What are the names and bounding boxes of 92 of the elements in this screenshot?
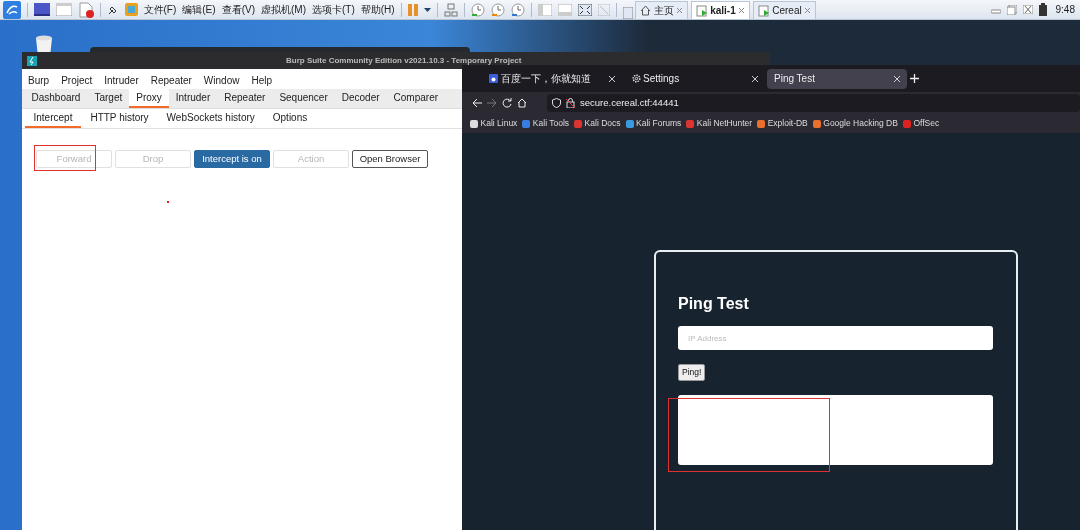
bookmark[interactable]: Kali Tools bbox=[522, 117, 570, 130]
browser-tab[interactable]: Ping Test bbox=[767, 68, 907, 89]
bookmark-icon bbox=[902, 119, 911, 128]
menu-item[interactable]: 文件(F) bbox=[143, 2, 177, 17]
tab[interactable]: Comparer bbox=[386, 88, 446, 108]
home-icon[interactable] bbox=[517, 98, 527, 108]
shield-icon bbox=[552, 98, 561, 108]
paw-icon bbox=[489, 74, 498, 83]
tab[interactable]: Intruder bbox=[168, 88, 218, 108]
page-heading: Ping Test bbox=[678, 294, 750, 314]
close-icon[interactable] bbox=[894, 75, 900, 82]
menu-item[interactable]: Help bbox=[245, 71, 278, 89]
clock-icon[interactable] bbox=[510, 2, 525, 17]
new-tab-icon[interactable] bbox=[909, 74, 919, 83]
ping-button[interactable]: Ping! bbox=[678, 364, 706, 381]
menu-item[interactable]: 选项卡(T) bbox=[311, 2, 355, 17]
bookmark-icon bbox=[812, 119, 821, 128]
forward-icon[interactable] bbox=[487, 98, 497, 108]
tab[interactable]: Options bbox=[263, 108, 317, 128]
menu-item[interactable]: Project bbox=[55, 71, 99, 89]
menu-item[interactable]: 查看(V) bbox=[221, 2, 255, 17]
menu-item[interactable]: Window bbox=[197, 71, 246, 89]
bookmark[interactable]: Google Hacking DB bbox=[812, 117, 898, 130]
bookmark-icon bbox=[522, 119, 531, 128]
tab[interactable]: HTTP history bbox=[81, 108, 158, 128]
battery-icon bbox=[1039, 3, 1048, 16]
bookmark[interactable]: OffSec bbox=[902, 117, 940, 130]
settings-icon bbox=[631, 74, 641, 83]
menu-item[interactable]: Burp bbox=[22, 71, 56, 89]
tab[interactable]: WebSockets history bbox=[157, 108, 264, 128]
tab[interactable]: Dashboard bbox=[24, 88, 88, 108]
tab-label: 百度一下，你就知道 bbox=[500, 72, 592, 86]
caret-icon[interactable] bbox=[423, 7, 431, 12]
restore-icon[interactable] bbox=[1007, 4, 1018, 15]
tab[interactable]: Sequencer bbox=[272, 88, 335, 108]
browser-tab[interactable]: Settings bbox=[624, 68, 765, 89]
tab-label: Settings bbox=[643, 72, 681, 86]
network-icon[interactable] bbox=[443, 2, 458, 17]
dragon-app-icon[interactable] bbox=[2, 0, 21, 19]
document-icon[interactable] bbox=[77, 1, 94, 18]
menu-item[interactable]: Intruder bbox=[98, 71, 145, 89]
vm-tab-icon bbox=[695, 4, 708, 17]
button[interactable]: Open Browser bbox=[352, 149, 428, 168]
bookmark-icon bbox=[470, 119, 478, 128]
menu-item[interactable]: Repeater bbox=[144, 71, 198, 89]
bookmark-icon bbox=[757, 119, 766, 128]
ip-address-field[interactable]: IP Address bbox=[678, 326, 993, 350]
bookmark-icon bbox=[625, 119, 634, 128]
address-bar[interactable]: secure.cereal.ctf:44441 bbox=[547, 94, 1080, 112]
vm-tab[interactable]: 主页 bbox=[635, 1, 689, 19]
bookmark-icon bbox=[574, 119, 583, 128]
reload-icon[interactable] bbox=[502, 98, 512, 108]
dot-mark bbox=[167, 201, 169, 203]
vm-tab[interactable]: Cereal bbox=[752, 1, 817, 19]
toggle-button[interactable]: Intercept is on bbox=[194, 149, 270, 168]
pause-icon[interactable] bbox=[407, 3, 418, 16]
library-icon[interactable] bbox=[622, 7, 633, 19]
close-icon[interactable] bbox=[751, 75, 758, 82]
monitor-icon[interactable] bbox=[33, 3, 50, 16]
clock-icon[interactable] bbox=[490, 2, 505, 17]
bookmark[interactable]: Kali NetHunter bbox=[686, 117, 753, 130]
bookmark[interactable]: Exploit-DB bbox=[757, 117, 808, 130]
clock-icon[interactable] bbox=[470, 2, 485, 17]
vm-icon[interactable] bbox=[124, 3, 138, 16]
vm-tab-icon bbox=[757, 4, 770, 17]
tab-label: 主页 bbox=[653, 4, 674, 18]
close-icon[interactable] bbox=[609, 75, 615, 82]
lightning-app-icon bbox=[27, 55, 37, 66]
browser-tab[interactable]: 百度一下，你就知道 bbox=[482, 68, 622, 89]
insecure-lock-icon bbox=[566, 98, 575, 108]
tab[interactable]: Target bbox=[87, 88, 130, 108]
back-icon[interactable] bbox=[472, 98, 482, 108]
tab-label: Cereal bbox=[772, 4, 802, 18]
fullscreen-icon[interactable] bbox=[577, 3, 592, 16]
tab[interactable]: Decoder bbox=[334, 88, 387, 108]
menu-item[interactable]: 虚拟机(M) bbox=[260, 2, 306, 17]
tab[interactable]: Proxy bbox=[129, 88, 169, 108]
bookmark-icon bbox=[686, 119, 695, 128]
url-text: secure.cereal.ctf:44441 bbox=[580, 95, 679, 110]
tab-label: Ping Test bbox=[774, 72, 816, 86]
home-icon bbox=[640, 5, 652, 16]
vm-tab[interactable]: kali-1 bbox=[690, 1, 751, 19]
bookmark[interactable]: Kali Linux bbox=[470, 117, 518, 130]
clock-time: 9:48 bbox=[1055, 3, 1075, 17]
window-title: Burp Suite Community Edition v2021.10.3 - Temporary Project bbox=[286, 54, 522, 67]
menu-item[interactable]: 帮助(H) bbox=[360, 2, 395, 17]
bookmark[interactable]: Kali Docs bbox=[574, 117, 621, 130]
bookmark[interactable]: Kali Forums bbox=[625, 117, 682, 130]
close-icon[interactable] bbox=[1023, 5, 1034, 14]
menu-item[interactable]: 编辑(E) bbox=[182, 2, 216, 17]
tab[interactable]: Repeater bbox=[217, 88, 273, 108]
tab-label: kali-1 bbox=[710, 4, 736, 18]
